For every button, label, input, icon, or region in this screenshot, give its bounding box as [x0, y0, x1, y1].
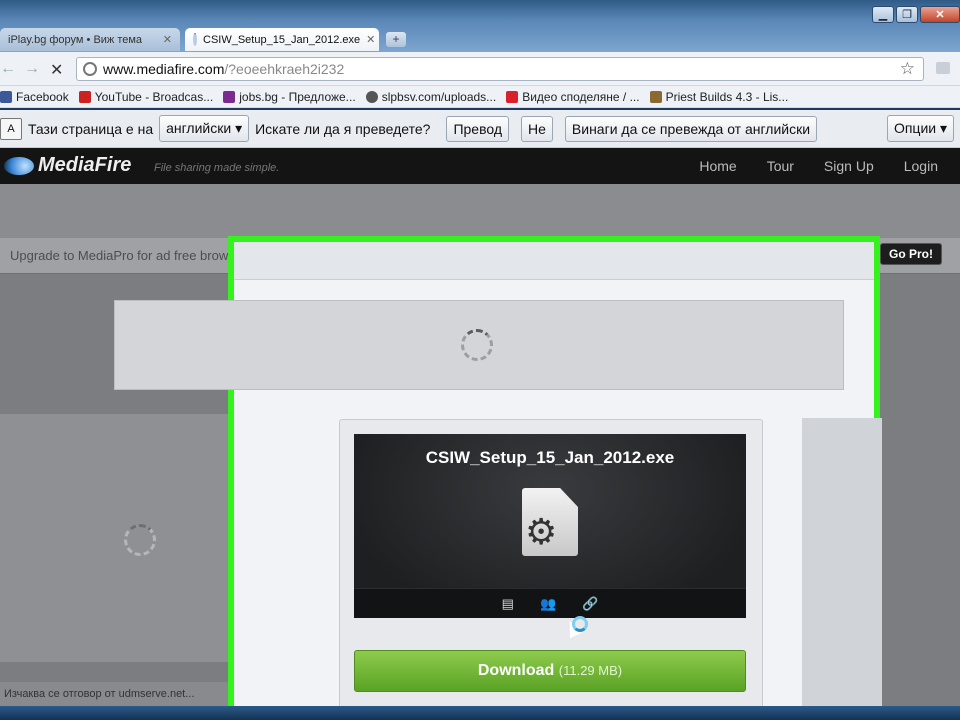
forward-icon[interactable]: →	[24, 60, 40, 78]
nav-home[interactable]: Home	[699, 158, 736, 174]
maximize-button[interactable]: ❐	[896, 6, 918, 23]
web-icon	[365, 90, 378, 103]
browser-toolbar: ← → ✕ www.mediafire.com /?eoeehkraeh2i23…	[0, 52, 960, 86]
title-bar: iPlay.bg форум • Виж тема ✕ CSIW_Setup_1…	[0, 0, 960, 52]
download-size: (11.29 MB)	[558, 663, 623, 678]
bookmark-label: jobs.bg - Предложе...	[239, 89, 356, 104]
translate-button[interactable]: Превод	[446, 115, 509, 142]
bookmark-star-icon[interactable]: ☆	[900, 59, 915, 79]
go-pro-button[interactable]: Go Pro!	[880, 243, 942, 265]
bookmark-label: Facebook	[16, 89, 69, 104]
language-select[interactable]: английски ▾	[159, 115, 250, 142]
mediafire-logo[interactable]: MediaFire	[4, 154, 131, 177]
translate-bar: A Тази страница е на английски ▾ Искате …	[0, 110, 960, 148]
page-content: MediaFire File sharing made simple. Home…	[0, 148, 960, 720]
always-translate-button[interactable]: Винаги да се превежда от английски	[564, 115, 818, 142]
bookmark-facebook[interactable]: Facebook	[0, 90, 69, 104]
status-text: Изчаква се отговор от udmserve.net...	[4, 688, 195, 700]
bookmarks-bar: Facebook YouTube - Broadcas... jobs.bg -…	[0, 86, 960, 108]
translate-prefix: Тази страница е на	[28, 120, 154, 137]
tab-mediafire[interactable]: CSIW_Setup_15_Jan_2012.exe ✕	[185, 28, 379, 51]
youtube-icon	[78, 90, 91, 103]
nav-tour[interactable]: Tour	[767, 158, 794, 174]
minimize-button[interactable]: ▁	[872, 6, 894, 23]
video-icon	[506, 90, 519, 103]
bookmark-youtube[interactable]: YouTube - Broadcas...	[78, 89, 214, 104]
wrench-icon[interactable]	[936, 62, 950, 74]
file-action-bar: ▤ 👥 🔗	[354, 588, 746, 618]
site-header: MediaFire File sharing made simple. Home…	[0, 148, 960, 184]
bookmark-label: Priest Builds 4.3 - Lis...	[665, 89, 789, 104]
link-icon[interactable]: 🔗	[582, 596, 598, 612]
nav-login[interactable]: Login	[904, 158, 938, 174]
jobs-icon	[223, 90, 236, 103]
header-band	[0, 184, 960, 238]
bookmark-label: YouTube - Broadcas...	[94, 89, 214, 104]
site-nav: Home Tour Sign Up Login	[699, 158, 938, 174]
window-controls: ▁ ❐ ✕	[872, 6, 960, 23]
nav-signup[interactable]: Sign Up	[824, 158, 874, 174]
download-label: Download	[477, 662, 555, 679]
file-preview: CSIW_Setup_15_Jan_2012.exe ⚙ ▤ 👥 🔗	[354, 434, 746, 618]
bookmark-jobs[interactable]: jobs.bg - Предложе...	[223, 89, 356, 104]
busy-indicator-icon	[572, 616, 588, 632]
bookmark-priest[interactable]: Priest Builds 4.3 - Lis...	[649, 89, 789, 104]
loading-icon	[193, 33, 197, 46]
promo-bar-highlighted	[234, 242, 874, 280]
bookmark-label: slpbsv.com/uploads...	[381, 89, 497, 104]
share-icon[interactable]: 👥	[540, 596, 556, 612]
no-button[interactable]: Не	[521, 115, 553, 142]
bookmark-video[interactable]: Видео споделяне / ...	[506, 89, 640, 104]
flame-icon	[4, 156, 34, 175]
highlight-box: CSIW_Setup_15_Jan_2012.exe ⚙ ▤ 👥 🔗 Downl…	[114, 236, 882, 720]
tab-label: iPlay.bg форум • Виж тема	[8, 33, 143, 46]
globe-icon	[83, 62, 97, 76]
loading-spinner-icon	[124, 524, 156, 556]
back-icon[interactable]: ←	[0, 60, 16, 78]
file-card: CSIW_Setup_15_Jan_2012.exe ⚙ ▤ 👥 🔗 Downl…	[339, 419, 763, 709]
gear-icon: ⚙	[525, 511, 558, 552]
url-path: /?eoeehkraeh2i232	[224, 61, 345, 77]
tab-label: CSIW_Setup_15_Jan_2012.exe	[203, 33, 361, 46]
taskbar	[0, 706, 960, 720]
stop-icon[interactable]: ✕	[50, 60, 63, 80]
ad-right	[802, 418, 882, 720]
logo-text: MediaFire	[38, 154, 132, 176]
options-button[interactable]: Опции ▾	[886, 115, 954, 142]
translate-question: Искате ли да я преведете?	[255, 120, 431, 137]
ad-top	[114, 300, 844, 390]
address-bar[interactable]: www.mediafire.com /?eoeehkraeh2i232 ☆	[76, 57, 924, 81]
tab-close-icon[interactable]: ✕	[163, 33, 172, 46]
tab-iplay[interactable]: iPlay.bg форум • Виж тема ✕	[0, 28, 180, 51]
file-name: CSIW_Setup_15_Jan_2012.exe	[425, 448, 675, 467]
priest-icon	[649, 90, 662, 103]
download-button[interactable]: Download (11.29 MB)	[354, 650, 746, 692]
translate-icon: A	[0, 117, 22, 140]
facebook-icon	[0, 90, 12, 103]
tab-close-icon[interactable]: ✕	[366, 33, 375, 46]
bookmark-slpbsv[interactable]: slpbsv.com/uploads...	[365, 89, 497, 104]
new-tab-button[interactable]: +	[386, 32, 406, 47]
url-host: www.mediafire.com	[103, 61, 225, 77]
close-button[interactable]: ✕	[920, 6, 960, 23]
tagline: File sharing made simple.	[154, 162, 280, 174]
bookmark-label: Видео споделяне / ...	[522, 89, 640, 104]
loading-spinner-icon	[461, 329, 493, 361]
file-info-icon[interactable]: ▤	[502, 596, 514, 612]
